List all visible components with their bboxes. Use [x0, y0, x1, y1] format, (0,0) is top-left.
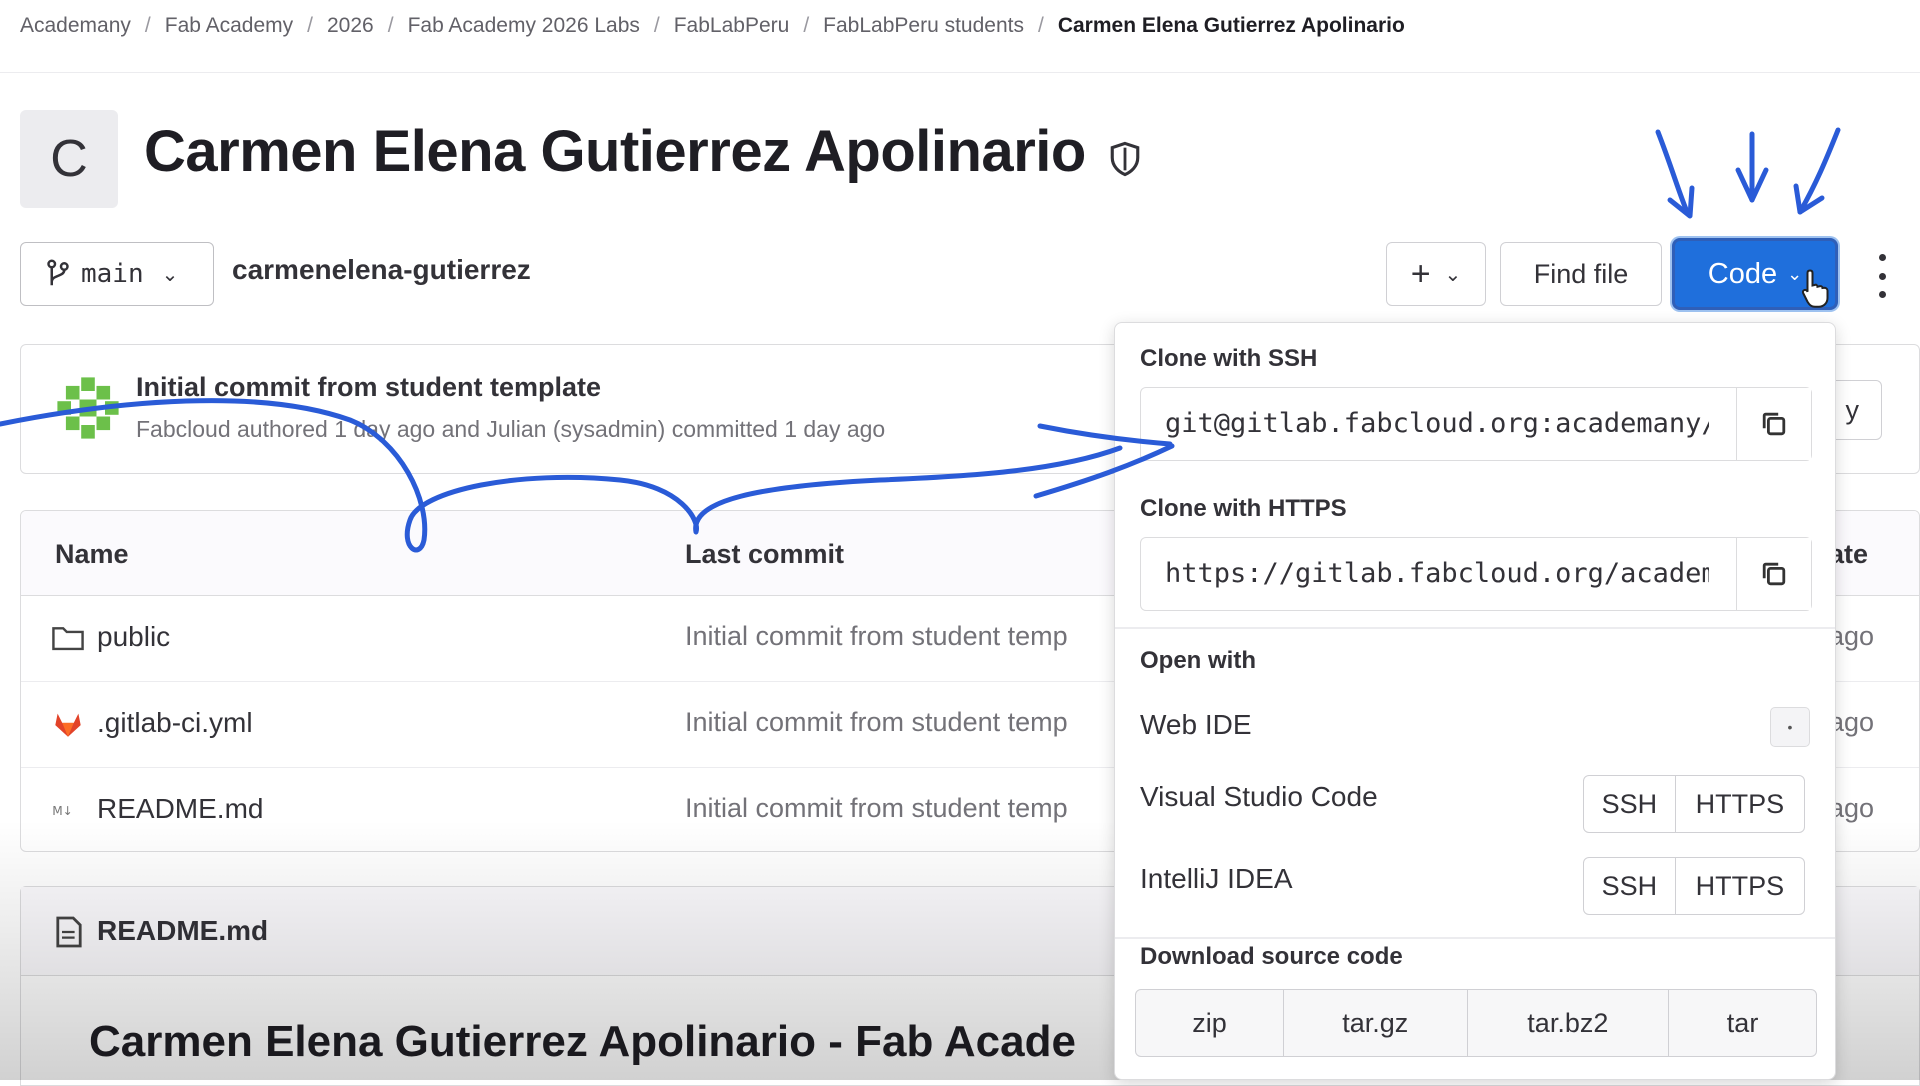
branch-icon: [47, 259, 69, 286]
more-actions-icon[interactable]: [1872, 254, 1892, 298]
annotation-arrow: [1667, 185, 1695, 219]
file-last-commit[interactable]: Initial commit from student temp: [685, 707, 1068, 738]
clone-https-label: Clone with HTTPS: [1140, 495, 1347, 522]
branch-name: main: [81, 259, 144, 289]
find-file-button[interactable]: Find file: [1500, 242, 1662, 306]
breadcrumb-item-academany[interactable]: Academany: [20, 14, 131, 38]
page-title: Carmen Elena Gutierrez Apolinario: [144, 119, 1086, 184]
download-tar-button[interactable]: tar: [1668, 990, 1816, 1056]
project-avatar-letter: C: [50, 130, 88, 188]
shield-icon[interactable]: [1108, 140, 1142, 178]
breadcrumb-separator: /: [307, 14, 313, 37]
breadcrumb-item-students[interactable]: FabLabPeru students: [823, 14, 1024, 38]
download-tarbz2-button[interactable]: tar.bz2: [1466, 990, 1669, 1056]
file-last-commit[interactable]: Initial commit from student temp: [685, 621, 1068, 652]
column-header-last-commit: Last commit: [685, 539, 845, 569]
breadcrumb-separator: /: [803, 14, 810, 37]
vscode-https-button[interactable]: HTTPS: [1674, 776, 1804, 832]
svg-text:M↓: M↓: [52, 804, 73, 818]
download-format-group: zip tar.gz tar.bz2 tar: [1135, 989, 1817, 1057]
code-dropdown-panel: Clone with SSH git@gitlab.fabcloud.org:a…: [1114, 322, 1836, 1080]
plus-icon: +: [1410, 254, 1431, 293]
download-targz-button[interactable]: tar.gz: [1282, 990, 1467, 1056]
column-header-name: Name: [55, 539, 129, 569]
file-last-commit[interactable]: Initial commit from student temp: [685, 793, 1068, 824]
annotation-arrow: [1735, 167, 1769, 203]
dropdown-divider: [1115, 937, 1835, 939]
markdown-icon: M↓: [52, 804, 73, 818]
commit-author-avatar: [54, 374, 122, 442]
vscode-protocol-group: SSH HTTPS: [1583, 775, 1805, 833]
branch-selector[interactable]: main ⌄: [20, 242, 214, 306]
hand-cursor-icon: [1801, 269, 1829, 308]
download-zip-button[interactable]: zip: [1136, 990, 1283, 1056]
folder-icon: [52, 627, 84, 651]
intellij-protocol-group: SSH HTTPS: [1583, 857, 1805, 915]
commit-title[interactable]: Initial commit from student template: [136, 372, 601, 403]
breadcrumb-item-2026[interactable]: 2026: [327, 14, 374, 38]
breadcrumb-item-fablabperu[interactable]: FabLabPeru: [674, 14, 790, 38]
clone-https-field[interactable]: https://gitlab.fabcloud.org/academany/fa…: [1140, 537, 1812, 611]
breadcrumb-separator: /: [144, 14, 151, 37]
open-with-label: Open with: [1140, 647, 1256, 674]
annotation-arrow: [1655, 129, 1691, 217]
file-name[interactable]: README.md: [97, 793, 263, 825]
vscode-ssh-button[interactable]: SSH: [1584, 776, 1675, 832]
open-intellij-label: IntelliJ IDEA: [1140, 863, 1293, 894]
clone-ssh-label: Clone with SSH: [1140, 345, 1318, 372]
annotation-arrow: [1797, 127, 1841, 215]
external-link-icon[interactable]: •: [1770, 707, 1810, 747]
chevron-down-icon: ⌄: [161, 263, 179, 286]
header-divider: [0, 72, 1920, 73]
dropdown-divider: [1115, 627, 1835, 629]
annotation-arrow: [1793, 183, 1825, 215]
intellij-ssh-button[interactable]: SSH: [1584, 858, 1675, 914]
commit-meta: Fabcloud authored 1 day ago and Julian (…: [136, 416, 886, 442]
copy-https-button[interactable]: [1736, 538, 1811, 610]
breadcrumb-item-current[interactable]: Carmen Elena Gutierrez Apolinario: [1058, 14, 1405, 38]
add-dropdown-button[interactable]: + ⌄: [1386, 242, 1486, 306]
copy-icon: [1762, 412, 1786, 436]
breadcrumb-separator: /: [387, 14, 394, 37]
download-source-label: Download source code: [1140, 943, 1403, 970]
breadcrumb-separator: /: [1037, 14, 1044, 37]
code-button-label: Code: [1707, 257, 1778, 290]
file-icon: [56, 916, 82, 948]
gitlab-icon: [55, 713, 81, 737]
breadcrumb-item-labs[interactable]: Fab Academy 2026 Labs: [408, 14, 640, 38]
open-web-ide[interactable]: Web IDE: [1140, 709, 1252, 741]
breadcrumb-item-fab-academy[interactable]: Fab Academy: [165, 14, 293, 38]
readme-heading: Carmen Elena Gutierrez Apolinario - Fab …: [89, 1017, 1076, 1066]
copy-ssh-button[interactable]: [1736, 388, 1811, 460]
open-vscode-label: Visual Studio Code: [1140, 781, 1378, 812]
breadcrumb-separator: /: [653, 14, 660, 37]
copy-icon: [1762, 562, 1786, 586]
breadcrumb: Academany / Fab Academy / 2026 / Fab Aca…: [20, 10, 1405, 42]
clone-ssh-field[interactable]: git@gitlab.fabcloud.org:academany/fabaca…: [1140, 387, 1812, 461]
project-avatar: C: [20, 110, 118, 208]
chevron-down-icon: ⌄: [1444, 263, 1462, 286]
clone-ssh-url[interactable]: git@gitlab.fabcloud.org:academany/fabaca…: [1165, 408, 1709, 439]
file-name[interactable]: .gitlab-ci.yml: [97, 707, 253, 739]
readme-label[interactable]: README.md: [97, 915, 268, 947]
intellij-https-button[interactable]: HTTPS: [1674, 858, 1804, 914]
file-name[interactable]: public: [97, 621, 170, 653]
clone-https-url[interactable]: https://gitlab.fabcloud.org/academany/fa…: [1165, 558, 1709, 589]
project-path[interactable]: carmenelena-gutierrez: [232, 254, 531, 286]
